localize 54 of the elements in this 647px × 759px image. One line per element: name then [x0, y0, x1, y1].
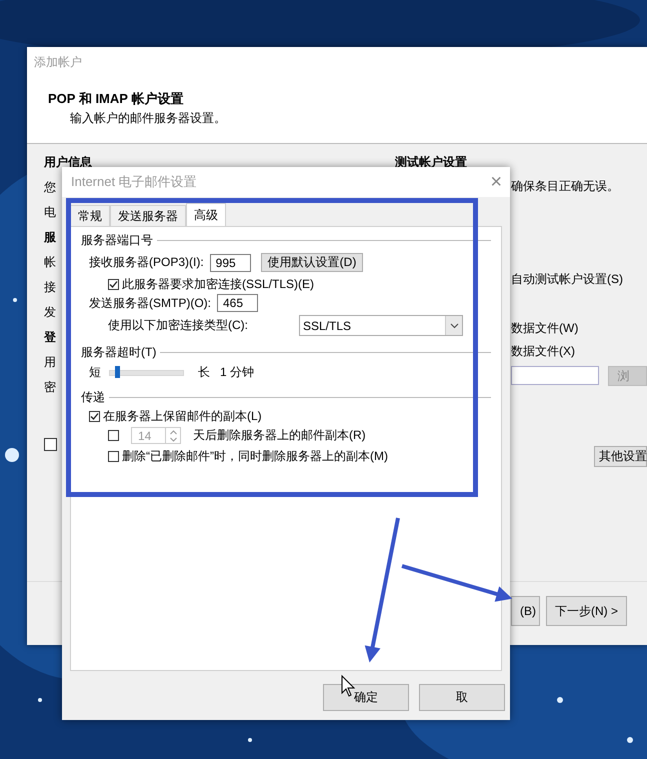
- checkbox[interactable]: [108, 430, 119, 441]
- section-heading: 登: [44, 329, 56, 345]
- field-label: 帐: [44, 254, 56, 270]
- group-title: 服务器超时(T): [81, 344, 156, 360]
- radio-label: 数据文件(W): [511, 320, 580, 336]
- page-heading: POP 和 IMAP 帐户设置: [48, 90, 184, 108]
- group-title: 服务器端口号: [81, 232, 153, 248]
- tab[interactable]: 发送服务器: [110, 205, 186, 226]
- cursor-icon: [342, 674, 356, 697]
- checkbox-label: 删除“已删除邮件”时，同时删除服务器上的副本(M): [122, 448, 388, 465]
- radio-label: 数据文件(X): [511, 343, 576, 359]
- default-settings-button[interactable]: 使用默认设置(D): [260, 253, 364, 272]
- field-label: 密: [44, 379, 56, 395]
- field-label: 用: [44, 354, 56, 370]
- section-heading: 服: [44, 229, 56, 245]
- ok-button[interactable]: 确定: [323, 684, 409, 711]
- chevron-down-icon: [450, 322, 458, 328]
- instruction-text: 确保条目正确无误。: [511, 178, 620, 194]
- field-label: 电: [44, 204, 56, 220]
- section-heading: 测试帐户设置: [395, 155, 467, 169]
- field-label: 发送服务器(SMTP)(O):: [89, 294, 211, 312]
- cancel-button[interactable]: 取: [419, 684, 505, 711]
- group-title: 传递: [81, 388, 105, 406]
- port-field[interactable]: 995: [210, 254, 251, 272]
- spinner-arrows-icon: [170, 428, 176, 442]
- checkbox-label: 自动测试帐户设置(S): [511, 271, 624, 287]
- next-button[interactable]: 下一步(N) >: [546, 596, 627, 626]
- close-button[interactable]: ×: [490, 172, 502, 192]
- slider-thumb[interactable]: [115, 366, 120, 378]
- more-settings-button[interactable]: 其他设置: [594, 446, 647, 467]
- checkbox[interactable]: [89, 411, 100, 422]
- field-label: 使用以下加密连接类型(C):: [108, 317, 248, 334]
- checkbox-label: 此服务器要求加密连接(SSL/TLS)(E): [122, 276, 314, 293]
- file-path-field[interactable]: [511, 366, 600, 385]
- field-label: 发: [44, 304, 56, 320]
- timeout-value: 1 分钟: [220, 364, 254, 381]
- checkbox[interactable]: [108, 279, 119, 290]
- port-field[interactable]: 465: [217, 294, 258, 312]
- back-button[interactable]: (B): [511, 596, 540, 626]
- field-label: 接: [44, 279, 56, 295]
- checkbox[interactable]: [108, 451, 119, 462]
- encryption-dropdown[interactable]: SSL/TLS: [299, 315, 463, 336]
- window-title: 添加帐户: [34, 54, 83, 71]
- dialog-title: Internet 电子邮件设置: [71, 173, 197, 191]
- slider-label: 短: [89, 364, 101, 381]
- tab[interactable]: 常规: [70, 205, 110, 226]
- field-label: 您: [44, 179, 56, 195]
- checkbox-label: 天后删除服务器上的邮件副本(R): [193, 427, 366, 444]
- checkbox[interactable]: [44, 438, 57, 451]
- checkbox-label: 在服务器上保留邮件的副本(L): [103, 408, 262, 425]
- slider-label: 长: [198, 364, 210, 381]
- field-label: 接收服务器(POP3)(I):: [89, 254, 204, 271]
- page-subheading: 输入帐户的邮件服务器设置。: [70, 110, 227, 127]
- tab[interactable]: 高级: [186, 203, 226, 226]
